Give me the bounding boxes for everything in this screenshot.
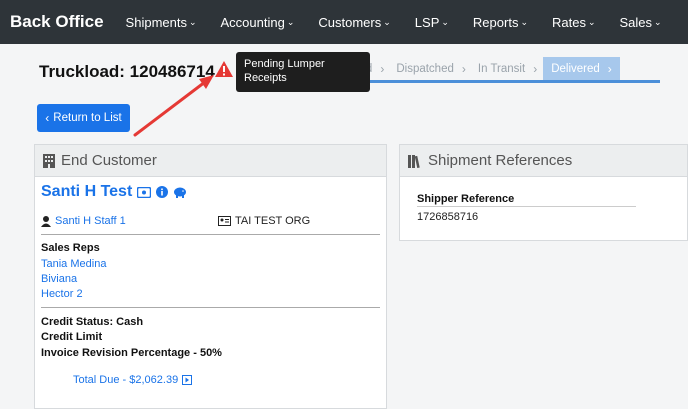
nav-shipments[interactable]: Shipments ⌄ bbox=[126, 15, 197, 30]
id-card-icon[interactable] bbox=[137, 186, 152, 198]
total-due-label: Total Due - $2,062.39 bbox=[73, 374, 179, 386]
card-header: Shipment References bbox=[400, 145, 687, 177]
brand-logo[interactable]: Back Office bbox=[10, 12, 104, 32]
organization: TAI TEST ORG bbox=[218, 215, 310, 227]
piggy-bank-icon[interactable] bbox=[173, 186, 187, 198]
sales-reps-label: Sales Reps bbox=[41, 242, 100, 254]
nav-rates[interactable]: Rates ⌄ bbox=[552, 15, 596, 30]
steps-progress-bar bbox=[335, 80, 660, 83]
credit-limit: Credit Limit bbox=[41, 331, 103, 343]
top-navbar: Back Office Shipments ⌄ Accounting ⌄ Custo… bbox=[0, 0, 688, 44]
warning-icon[interactable] bbox=[215, 61, 233, 77]
sales-rep-link[interactable]: Biviana bbox=[41, 273, 77, 285]
chevron-down-icon: ⌄ bbox=[441, 16, 449, 27]
customer-name: Santi H Test bbox=[41, 183, 187, 201]
button-label: Return to List bbox=[53, 112, 122, 124]
nav-label: Sales bbox=[619, 14, 653, 30]
chevron-left-icon: ‹ bbox=[45, 111, 50, 125]
chevron-right-icon: › bbox=[607, 62, 612, 76]
chevron-down-icon: ⌄ bbox=[520, 16, 528, 27]
nav-lsp[interactable]: LSP ⌄ bbox=[415, 15, 449, 30]
step-label: Delivered bbox=[551, 63, 600, 75]
tooltip: Pending Lumper Receipts bbox=[236, 52, 370, 92]
chevron-right-icon: › bbox=[533, 62, 538, 76]
card-header: End Customer bbox=[35, 145, 386, 177]
end-customer-card: End Customer Santi H Test Santi H Staff … bbox=[34, 144, 387, 409]
shipper-reference-value: 1726858716 bbox=[417, 211, 479, 223]
step-delivered[interactable]: Delivered › bbox=[543, 57, 620, 81]
sales-rep-link[interactable]: Hector 2 bbox=[41, 288, 83, 300]
customer-name-link[interactable]: Santi H Test bbox=[41, 183, 132, 201]
org-name: TAI TEST ORG bbox=[235, 215, 311, 227]
nav-sales[interactable]: Sales ⌄ bbox=[620, 15, 662, 30]
nav-label: LSP bbox=[414, 14, 440, 30]
building-icon bbox=[43, 153, 55, 168]
card-title: Shipment References bbox=[428, 152, 573, 169]
step-label: Dispatched bbox=[396, 63, 454, 75]
chevron-down-icon: ⌄ bbox=[188, 16, 197, 27]
step-label: In Transit bbox=[477, 63, 526, 75]
nav-accounting[interactable]: Accounting ⌄ bbox=[221, 15, 295, 30]
info-icon[interactable] bbox=[156, 186, 169, 198]
chevron-down-icon: ⌄ bbox=[587, 16, 596, 27]
divider bbox=[41, 234, 380, 235]
chevron-down-icon: ⌄ bbox=[286, 16, 295, 27]
credit-status: Credit Status: Cash bbox=[41, 316, 144, 328]
sales-rep-link[interactable]: Tania Medina bbox=[41, 258, 106, 270]
caret-right-square-icon bbox=[182, 375, 193, 385]
step-dispatched[interactable]: Dispatched › bbox=[390, 57, 472, 81]
user-icon bbox=[41, 215, 51, 227]
return-to-list-button[interactable]: ‹ Return to List bbox=[37, 104, 130, 132]
books-icon bbox=[408, 154, 420, 168]
status-steps: mitted› Dispatched› In Transit› Delivere… bbox=[335, 57, 620, 81]
chevron-down-icon: ⌄ bbox=[654, 16, 662, 27]
step-in-transit[interactable]: In Transit › bbox=[472, 57, 543, 81]
page-title: Truckload: 120486714 bbox=[39, 62, 215, 81]
nav-label: Shipments bbox=[125, 14, 187, 30]
divider bbox=[41, 307, 380, 308]
nav-label: Customers bbox=[318, 14, 382, 30]
invoice-revision-percentage: Invoice Revision Percentage - 50% bbox=[41, 347, 222, 359]
card-title: End Customer bbox=[61, 152, 157, 169]
staff-name: Santi H Staff 1 bbox=[55, 215, 126, 227]
id-card-icon bbox=[218, 216, 231, 226]
staff-link[interactable]: Santi H Staff 1 bbox=[41, 215, 126, 227]
nav-label: Accounting bbox=[220, 14, 285, 30]
chevron-right-icon: › bbox=[461, 62, 466, 76]
nav-customers[interactable]: Customers ⌄ bbox=[318, 15, 390, 30]
divider bbox=[417, 206, 636, 207]
nav-label: Rates bbox=[552, 14, 586, 30]
total-due-link[interactable]: Total Due - $2,062.39 bbox=[73, 374, 193, 386]
nav-label: Reports bbox=[472, 14, 519, 30]
shipment-references-card: Shipment References Shipper Reference 17… bbox=[399, 144, 688, 241]
chevron-right-icon: › bbox=[380, 62, 385, 76]
chevron-down-icon: ⌄ bbox=[383, 16, 391, 27]
shipper-reference-label: Shipper Reference bbox=[417, 193, 515, 205]
nav-reports[interactable]: Reports ⌄ bbox=[473, 15, 528, 30]
